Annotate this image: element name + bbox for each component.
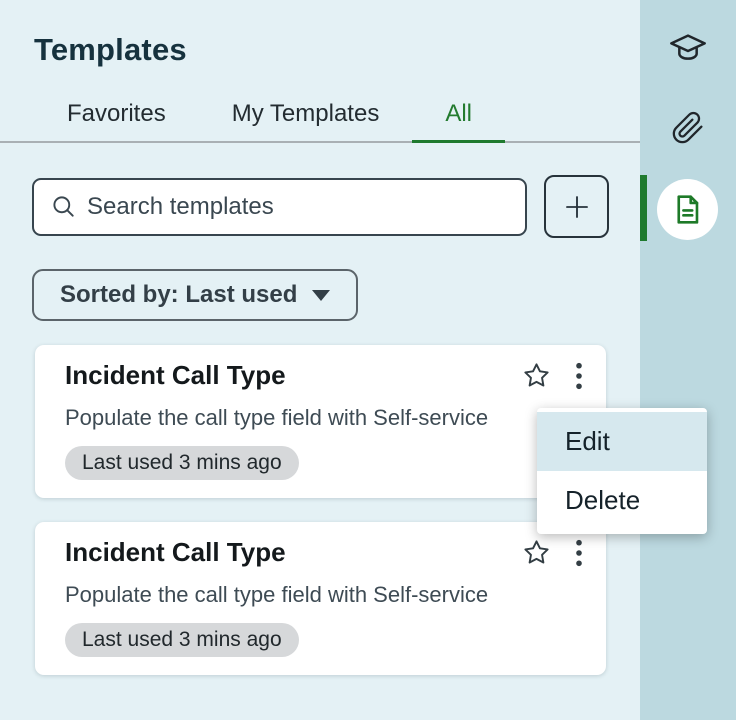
chevron-down-icon (312, 289, 331, 301)
card-context-menu: Edit Delete (537, 408, 707, 534)
graduation-cap-icon (670, 34, 706, 60)
template-card[interactable]: Incident Call Type Populate the call typ… (35, 522, 606, 675)
menu-item-delete[interactable]: Delete (537, 471, 707, 530)
template-card-description: Populate the call type field with Self-s… (65, 582, 489, 607)
search-input[interactable] (87, 192, 511, 221)
search-box[interactable] (32, 177, 527, 236)
favorite-star-button[interactable] (519, 358, 554, 393)
tab-bar: Favorites My Templates All (0, 92, 640, 143)
search-toolbar (32, 175, 640, 238)
star-icon (524, 363, 549, 387)
sidebar-item-attachments[interactable] (640, 110, 736, 146)
plus-icon (565, 195, 588, 218)
sidebar-item-templates[interactable] (657, 179, 718, 240)
add-template-button[interactable] (544, 175, 609, 238)
favorite-star-button[interactable] (519, 535, 554, 570)
card-menu-button[interactable] (570, 359, 588, 393)
kebab-menu-icon (576, 539, 582, 566)
page-title: Templates (34, 32, 187, 67)
template-card-description: Populate the call type field with Self-s… (65, 405, 489, 430)
document-icon (677, 195, 699, 224)
card-menu-button[interactable] (570, 536, 588, 570)
kebab-menu-icon (576, 362, 582, 389)
sort-dropdown-button[interactable]: Sorted by: Last used (32, 269, 359, 321)
search-icon (53, 196, 74, 217)
last-used-badge: Last used 3 mins ago (65, 623, 299, 657)
template-card[interactable]: Incident Call Type Populate the call typ… (35, 345, 606, 498)
tab-my-templates[interactable]: My Templates (199, 92, 413, 141)
active-tab-indicator (640, 175, 647, 241)
templates-panel: Templates Favorites My Templates All Sor… (0, 0, 640, 720)
paperclip-icon (672, 111, 703, 144)
tab-all[interactable]: All (412, 92, 505, 143)
sidebar-item-learning[interactable] (640, 31, 736, 65)
right-sidebar (640, 0, 736, 720)
template-card-list: Incident Call Type Populate the call typ… (35, 345, 606, 675)
sort-dropdown-label: Sorted by: Last used (60, 281, 298, 308)
template-card-title: Incident Call Type (65, 360, 286, 390)
last-used-badge: Last used 3 mins ago (65, 446, 299, 480)
menu-item-edit[interactable]: Edit (537, 412, 707, 471)
template-card-title: Incident Call Type (65, 537, 286, 567)
tab-favorites[interactable]: Favorites (34, 92, 199, 141)
star-icon (524, 540, 549, 564)
